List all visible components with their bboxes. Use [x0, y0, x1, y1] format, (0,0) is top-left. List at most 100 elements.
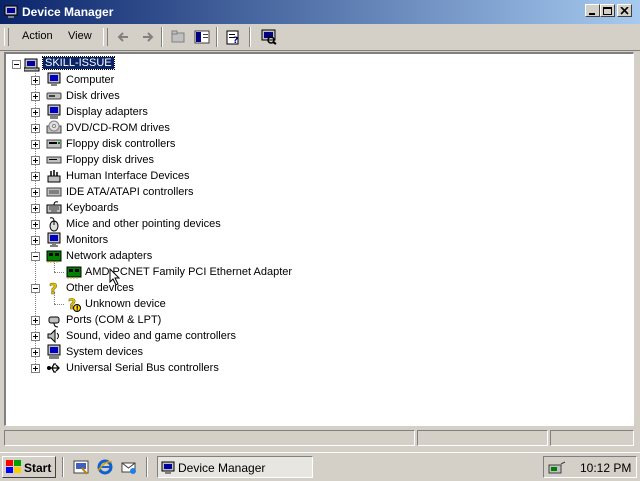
- taskbar-separator: [62, 457, 64, 477]
- clock[interactable]: 10:12 PM: [580, 461, 631, 475]
- toolbar-separator: [161, 27, 163, 47]
- outlook-express-icon[interactable]: [120, 458, 138, 476]
- close-button[interactable]: [617, 4, 632, 17]
- tree-node-label: Computer: [66, 74, 115, 86]
- tree-node-label: Unknown device: [85, 298, 166, 310]
- taskbar: Start Device Manager 10:12 PM: [0, 452, 640, 481]
- expand-toggle[interactable]: [31, 188, 40, 197]
- expand-toggle[interactable]: [31, 76, 40, 85]
- device-manager-icon: [4, 4, 20, 23]
- tree-category-node[interactable]: Ports (COM & LPT): [6, 312, 606, 328]
- expand-toggle[interactable]: [31, 124, 40, 133]
- expand-toggle[interactable]: [31, 92, 40, 101]
- status-bar: [0, 428, 640, 448]
- system-tray: 10:12 PM: [543, 456, 637, 478]
- svg-text:?: ?: [49, 280, 58, 296]
- expand-toggle[interactable]: [31, 108, 40, 117]
- toolbar-grip[interactable]: [4, 28, 9, 46]
- windows-logo-icon: [6, 460, 21, 473]
- collapse-toggle[interactable]: [31, 252, 40, 261]
- menu-action-label: Action: [22, 30, 53, 42]
- expand-toggle[interactable]: [31, 140, 40, 149]
- tree-category-node[interactable]: DVD/CD-ROM drives: [6, 120, 606, 136]
- tree-child-node[interactable]: ?! Unknown device: [6, 296, 606, 313]
- menu-view[interactable]: View: [68, 30, 92, 42]
- tree-connector-line: [54, 304, 64, 306]
- status-cell-2: [417, 430, 548, 446]
- start-label: Start: [24, 461, 52, 475]
- tree-node-label: Mice and other pointing devices: [66, 218, 221, 230]
- tree-node-label: Keyboards: [66, 202, 119, 214]
- tree-category-node[interactable]: Computer: [6, 72, 606, 88]
- tree-node-label: Sound, video and game controllers: [66, 330, 236, 342]
- menu-view-label: View: [68, 30, 92, 42]
- tree-node-label: DVD/CD-ROM drives: [66, 122, 170, 134]
- collapse-toggle[interactable]: [12, 60, 21, 69]
- taskbar-device-manager-button[interactable]: Device Manager: [157, 456, 313, 478]
- tree-category-node[interactable]: ? Other devices: [6, 280, 606, 304]
- expand-toggle[interactable]: [31, 172, 40, 181]
- device-manager-icon: [161, 461, 175, 474]
- tree-category-node[interactable]: Universal Serial Bus controllers: [6, 360, 606, 376]
- tree-category-node[interactable]: Human Interface Devices: [6, 168, 606, 184]
- expand-toggle[interactable]: [31, 316, 40, 325]
- tree-root-label: SKILL-ISSUE: [42, 56, 115, 70]
- expand-toggle[interactable]: [31, 236, 40, 245]
- status-cell-main: [4, 430, 415, 446]
- tree-category-node[interactable]: Mice and other pointing devices: [6, 216, 606, 232]
- tree-node-label: Floppy disk controllers: [66, 138, 176, 150]
- device-tree[interactable]: SKILL-ISSUE Computer Disk drives Display ad…: [4, 52, 634, 426]
- expand-toggle[interactable]: [31, 204, 40, 213]
- tree-category-node[interactable]: Monitors: [6, 232, 606, 248]
- tree-node-label: Display adapters: [66, 106, 148, 118]
- scan-hardware-button[interactable]: [259, 27, 279, 47]
- toolbar-grip-2[interactable]: [103, 28, 108, 46]
- tree-category-node[interactable]: Disk drives: [6, 88, 606, 104]
- tree-child-node[interactable]: AMD PCNET Family PCI Ethernet Adapter: [6, 264, 606, 280]
- menu-action[interactable]: Action: [22, 30, 53, 42]
- expand-toggle[interactable]: [31, 220, 40, 229]
- tree-category-node[interactable]: Network adapters: [6, 248, 606, 272]
- up-level-button[interactable]: [168, 27, 188, 47]
- tree-category-node[interactable]: Keyboards: [6, 200, 606, 216]
- svg-text:?: ?: [233, 36, 238, 45]
- tree-node-label: Human Interface Devices: [66, 170, 190, 182]
- forward-button[interactable]: [137, 27, 157, 47]
- expand-toggle[interactable]: [31, 156, 40, 165]
- toolbar-separator-3: [249, 27, 251, 47]
- tree-node-label: Universal Serial Bus controllers: [66, 362, 219, 374]
- expand-toggle[interactable]: [31, 348, 40, 357]
- tree-node-label: Ports (COM & LPT): [66, 314, 162, 326]
- tree-category-node[interactable]: Floppy disk drives: [6, 152, 606, 168]
- collapse-toggle[interactable]: [31, 284, 40, 293]
- taskbar-separator-2: [146, 457, 148, 477]
- tree-node-label: Disk drives: [66, 90, 120, 102]
- window-title: Device Manager: [22, 5, 114, 19]
- usb-icon: [46, 360, 62, 379]
- safely-remove-hardware-icon[interactable]: [548, 460, 566, 476]
- tree-node-label: IDE ATA/ATAPI controllers: [66, 186, 194, 198]
- internet-explorer-icon[interactable]: [96, 458, 114, 476]
- tree-category-node[interactable]: Floppy disk controllers: [6, 136, 606, 152]
- maximize-button[interactable]: [600, 4, 615, 17]
- tree-node-label: Network adapters: [66, 250, 153, 262]
- show-desktop-icon[interactable]: [72, 458, 90, 476]
- tree-category-node[interactable]: System devices: [6, 344, 606, 360]
- tree-category-node[interactable]: IDE ATA/ATAPI controllers: [6, 184, 606, 200]
- minimize-button[interactable]: [585, 4, 600, 17]
- toolbar: Action View ?: [0, 24, 640, 51]
- properties-button[interactable]: ?: [223, 27, 243, 47]
- expand-toggle[interactable]: [31, 332, 40, 341]
- show-hide-tree-button[interactable]: [192, 27, 212, 47]
- tree-category-node[interactable]: Sound, video and game controllers: [6, 328, 606, 344]
- tree-root-node[interactable]: SKILL-ISSUE: [6, 56, 306, 72]
- tree-category-node[interactable]: Display adapters: [6, 104, 606, 120]
- start-button[interactable]: Start: [2, 456, 56, 478]
- title-bar[interactable]: Device Manager: [0, 0, 640, 24]
- tree-node-label: Other devices: [66, 282, 134, 294]
- tree-connector-line: [54, 272, 64, 274]
- status-cell-3: [550, 430, 634, 446]
- tree-node-label: Floppy disk drives: [66, 154, 155, 166]
- expand-toggle[interactable]: [31, 364, 40, 373]
- back-button[interactable]: [114, 27, 134, 47]
